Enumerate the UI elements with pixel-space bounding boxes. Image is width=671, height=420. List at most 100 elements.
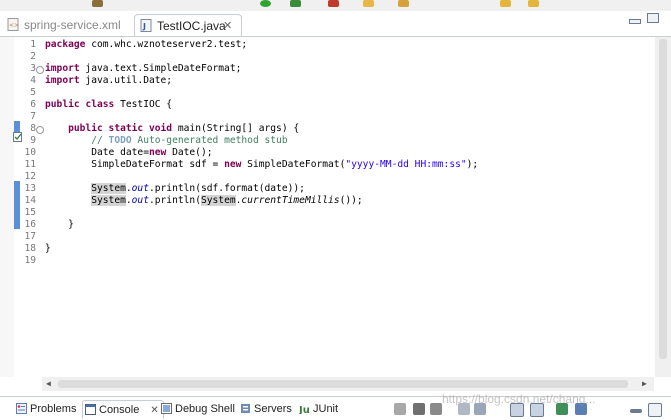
open-folder-icon[interactable] (363, 0, 374, 7)
servers-icon (241, 404, 250, 413)
back-arrow-icon[interactable] (500, 0, 511, 7)
code-token: Date date= (45, 147, 149, 158)
horizontal-scrollbar[interactable]: ◀ ▶ (42, 377, 654, 391)
svg-text:<>: <> (9, 22, 19, 29)
code-token: void (148, 123, 173, 134)
terminate-icon[interactable] (394, 403, 406, 415)
code-editor[interactable]: package com.whc.wznoteserver2.test; impor… (42, 37, 654, 377)
code-token: new (148, 147, 167, 158)
code-token: System (200, 195, 236, 206)
tab-label: Servers (254, 403, 292, 415)
remove-launch-icon[interactable] (413, 403, 425, 415)
run-icon[interactable] (260, 0, 271, 7)
run-external-icon[interactable] (290, 0, 301, 7)
code-line: import java.text.SimpleDateFormat; (45, 63, 241, 75)
code-token: import (45, 75, 80, 86)
line-number: 2 (30, 51, 36, 62)
close-icon[interactable]: ✕ (223, 15, 232, 37)
tab-junit[interactable]: Ju JUnit (297, 400, 338, 418)
code-token: new (224, 159, 242, 170)
code-token: static (108, 123, 144, 134)
minimize-icon[interactable] (630, 409, 642, 413)
code-line: } (45, 243, 51, 255)
line-number: 14 (24, 195, 36, 206)
problems-icon (16, 403, 27, 414)
code-token: public (45, 99, 80, 110)
java-file-icon: J (140, 19, 152, 32)
code-line: public class TestIOC { (45, 99, 172, 111)
line-number: 15 (24, 207, 36, 218)
code-line: public static void main(String[] args) { (45, 123, 299, 135)
line-number: 12 (24, 171, 36, 182)
code-line: SimpleDateFormat sdf = new SimpleDateFor… (45, 159, 478, 171)
code-token: main(String[] args) { (172, 123, 300, 134)
line-number: 8 (30, 123, 36, 134)
scroll-left-icon[interactable]: ◀ (46, 379, 51, 388)
line-number-gutter: 1 2 3 4 5 6 7 8 9 10 11 12 13 14 15 16 17 18 19 (14, 37, 44, 377)
tab-testioc-java[interactable]: J TestIOC.java ✕ (134, 14, 242, 36)
code-line: System.out.println(sdf.format(date)); (45, 183, 305, 195)
code-token: TestIOC { (114, 99, 173, 110)
code-line: } (45, 219, 74, 231)
code-token: .println(sdf.format(date)); (148, 183, 305, 194)
code-token: package (45, 39, 86, 50)
code-token: // (91, 135, 109, 146)
tab-debug-shell[interactable]: Debug Shell (159, 400, 235, 418)
tab-label: TestIOC.java (157, 19, 226, 33)
line-number: 9 (30, 135, 36, 146)
code-token: ()); (339, 195, 363, 206)
code-line: Date date=new Date(); (45, 147, 213, 159)
line-number: 3 (30, 63, 36, 74)
line-number: 18 (24, 243, 36, 254)
tab-problems[interactable]: Problems (14, 400, 76, 418)
code-token: out (131, 183, 149, 194)
tab-label: spring-service.xml (24, 18, 121, 32)
scroll-thumb[interactable] (659, 39, 667, 359)
main-toolbar (0, 0, 671, 11)
debug-shell-icon (161, 403, 172, 414)
code-line: import java.util.Date; (45, 75, 172, 87)
line-number: 6 (30, 99, 36, 110)
watermark: https://blog.csdn.net/chang... (442, 392, 596, 406)
code-token: "yyyy-MM-dd HH:mm:ss" (345, 159, 467, 170)
line-number: 16 (24, 219, 36, 230)
maximize-icon[interactable] (648, 403, 662, 417)
code-token: currentTimeMillis (241, 195, 340, 206)
tab-spring-service-xml[interactable]: <> spring-service.xml (2, 14, 126, 36)
maximize-icon[interactable] (647, 13, 659, 23)
code-token: import (45, 63, 80, 74)
tab-servers[interactable]: Servers (238, 400, 292, 418)
new-class-icon[interactable] (328, 0, 339, 7)
tab-label: Debug Shell (175, 403, 235, 415)
code-token: } (45, 243, 51, 254)
editor-tab-bar: <> spring-service.xml J TestIOC.java ✕ (0, 11, 671, 37)
close-icon[interactable]: ✕ (150, 405, 158, 416)
line-number: 11 (24, 159, 36, 170)
code-token: public (68, 123, 103, 134)
tab-console[interactable]: Console ✕ (82, 400, 164, 419)
code-token: TODO (108, 135, 132, 146)
tab-label: Problems (30, 403, 77, 415)
forward-arrow-icon[interactable] (528, 0, 539, 7)
vertical-scrollbar[interactable] (655, 37, 671, 377)
line-number: 5 (30, 87, 36, 98)
svg-text:J: J (142, 22, 146, 31)
code-token: java.util.Date; (79, 75, 173, 86)
code-token: java.text.SimpleDateFormat; (79, 63, 242, 74)
minimize-icon[interactable] (629, 19, 641, 24)
scroll-thumb[interactable] (58, 380, 628, 388)
line-number: 7 (30, 111, 36, 122)
scroll-right-icon[interactable]: ▶ (642, 379, 647, 388)
code-token: } (45, 219, 74, 230)
search-icon[interactable] (398, 0, 409, 7)
line-number: 17 (24, 231, 36, 242)
code-line: System.out.println(System.currentTimeMil… (45, 195, 363, 207)
code-token: Date(); (166, 147, 213, 158)
remove-all-icon[interactable] (430, 403, 442, 415)
debug-icon[interactable] (92, 0, 103, 7)
code-token: SimpleDateFormat sdf = (45, 159, 225, 170)
